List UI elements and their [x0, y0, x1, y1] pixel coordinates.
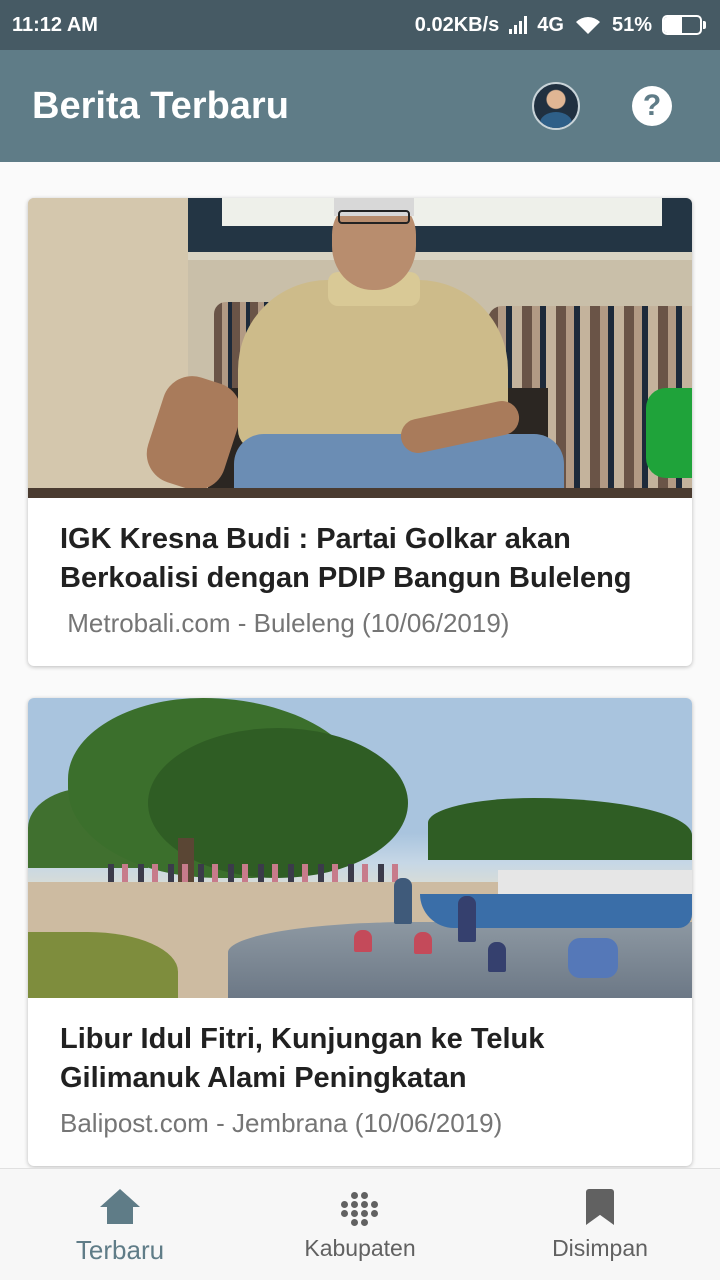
help-icon[interactable]: ? — [632, 86, 672, 126]
dots-grid-icon — [340, 1189, 380, 1229]
news-list[interactable]: IGK Kresna Budi : Partai Golkar akan Ber… — [0, 162, 720, 1168]
nav-label: Terbaru — [75, 1235, 165, 1265]
battery-charging-icon — [662, 15, 706, 35]
status-indicators: 0.02KB/s 4G 51% — [415, 14, 706, 37]
news-card[interactable]: Libur Idul Fitri, Kunjungan ke Teluk Gil… — [28, 698, 692, 1166]
wifi-icon — [575, 17, 600, 34]
nav-label: Disimpan — [552, 1235, 648, 1261]
app-bar: Berita Terbaru ? — [0, 50, 720, 162]
page-title: Berita Terbaru — [32, 84, 289, 127]
news-source: Metrobali.com - Buleleng (10/06/2019) — [60, 608, 510, 638]
bookmark-icon — [580, 1189, 620, 1229]
nav-label: Kabupaten — [304, 1235, 416, 1261]
bottom-navigation: Terbaru Kabupaten Disimpan — [0, 1168, 720, 1280]
news-image — [28, 698, 692, 998]
news-source: Balipost.com - Jembrana (10/06/2019) — [60, 1108, 503, 1138]
nav-item-disimpan[interactable]: Disimpan — [480, 1169, 720, 1280]
battery-percent: 51% — [611, 13, 652, 36]
news-image — [28, 198, 692, 498]
news-title[interactable]: IGK Kresna Budi : Partai Golkar akan Ber… — [60, 520, 660, 598]
status-time: 11:12 AM — [12, 13, 98, 36]
signal-icon — [509, 16, 528, 34]
avatar[interactable] — [532, 82, 580, 130]
nav-item-terbaru[interactable]: Terbaru — [0, 1169, 240, 1280]
status-bar: 11:12 AM 0.02KB/s 4G 51% — [0, 0, 720, 50]
news-title[interactable]: Libur Idul Fitri, Kunjungan ke Teluk Gil… — [60, 1020, 660, 1098]
network-speed: 0.02KB/s — [414, 13, 500, 36]
news-card[interactable]: IGK Kresna Budi : Partai Golkar akan Ber… — [28, 198, 692, 666]
nav-item-kabupaten[interactable]: Kabupaten — [240, 1169, 480, 1280]
home-icon — [100, 1189, 140, 1229]
network-type: 4G — [537, 13, 564, 36]
